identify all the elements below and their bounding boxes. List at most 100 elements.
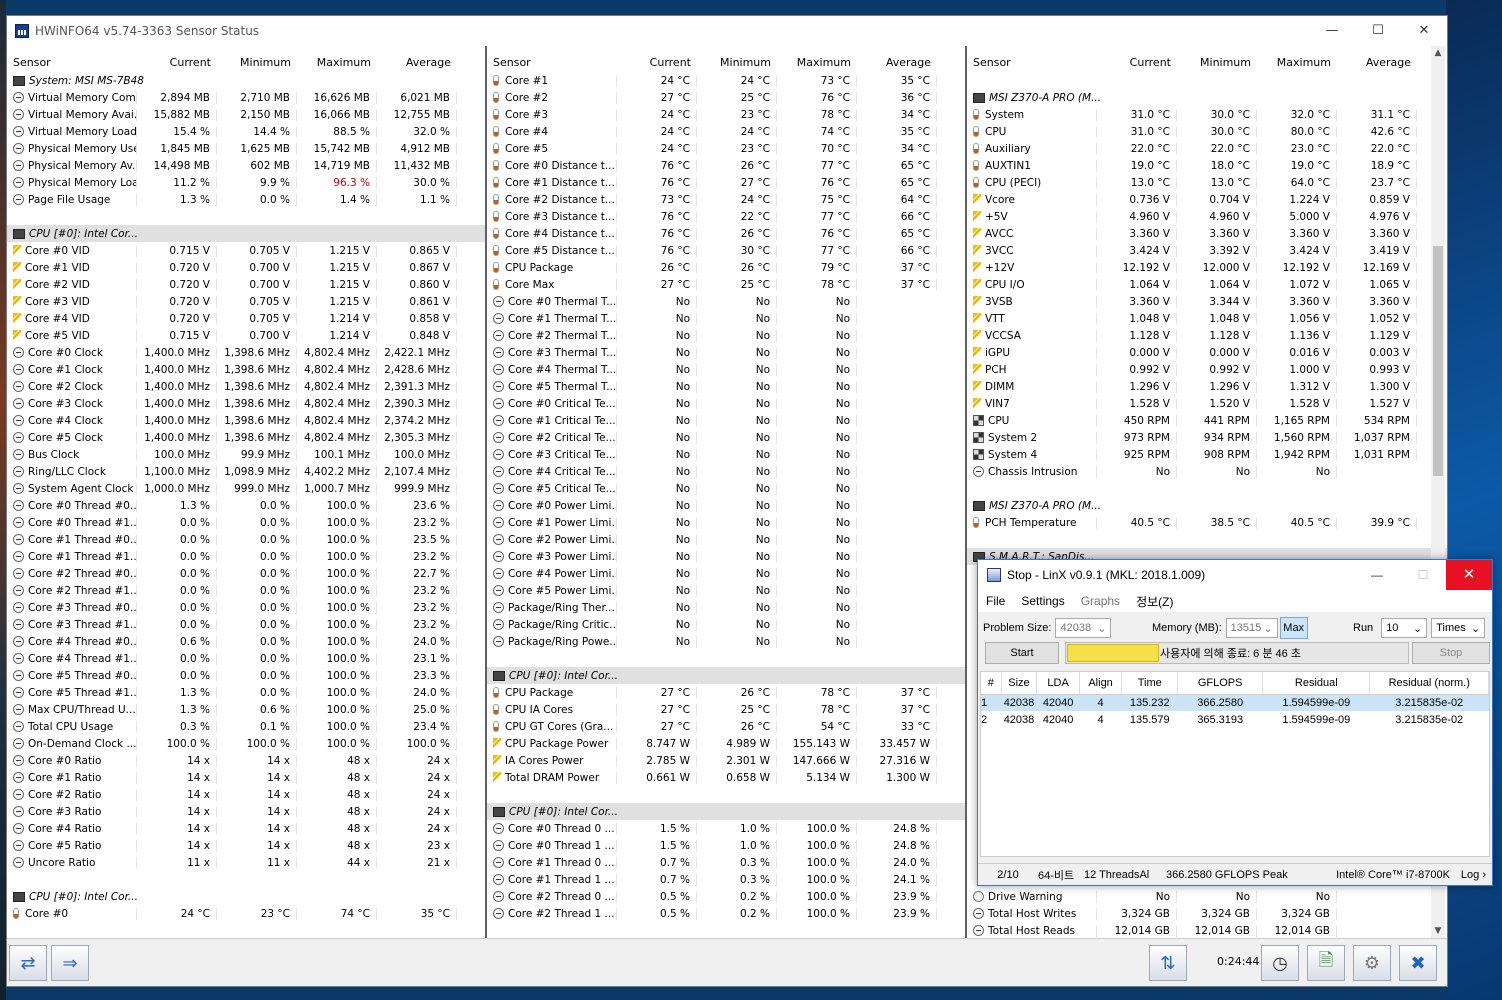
sensor-row[interactable]: CPU IA Cores 27 °C 25 °C 78 °C 37 °C bbox=[487, 701, 965, 718]
sensor-row[interactable]: PCH Temperature 40.5 °C 38.5 °C 40.5 °C 39.9… bbox=[967, 514, 1447, 531]
column-header-sensor[interactable]: Sensor bbox=[967, 56, 1097, 69]
results-col-header[interactable]: Align bbox=[1079, 672, 1123, 695]
results-col-header[interactable]: LDA bbox=[1036, 672, 1080, 695]
column-header-maximum[interactable]: Maximum bbox=[777, 56, 857, 69]
sensor-row[interactable]: Physical Memory Used 1,845 MB 1,625 MB 15,7… bbox=[7, 140, 485, 157]
sensor-row[interactable]: Core #2 VID 0.720 V 0.700 V 1.215 V 0.860 V bbox=[7, 276, 485, 293]
sensor-row[interactable]: Core Max 27 °C 25 °C 78 °C 37 °C bbox=[487, 276, 965, 293]
sensor-row[interactable]: Core #4 Thread #1... 0.0 % 0.0 % 100.0 % 23.… bbox=[7, 650, 485, 667]
sensor-row[interactable]: Core #1 Critical Te... No No No bbox=[487, 412, 965, 429]
sensor-row[interactable]: Core #0 Thermal T... No No No bbox=[487, 293, 965, 310]
sensor-row[interactable]: +5V 4.960 V 4.960 V 5.000 V 4.976 V bbox=[967, 208, 1447, 225]
menu-graphs[interactable]: Graphs bbox=[1073, 594, 1128, 608]
sensor-group-header[interactable]: MSI Z370-A PRO (M... bbox=[967, 497, 1447, 514]
linx-close-button[interactable]: ✕ bbox=[1446, 560, 1492, 590]
column-header-current[interactable]: Current bbox=[617, 56, 697, 69]
sensor-row[interactable]: Core #3 VID 0.720 V 0.705 V 1.215 V 0.861 V bbox=[7, 293, 485, 310]
sensor-row[interactable]: System 4 925 RPM 908 RPM 1,942 RPM 1,031 RPM bbox=[967, 446, 1447, 463]
menu-file[interactable]: File bbox=[978, 594, 1013, 608]
sensor-row[interactable]: CPU Package 26 °C 26 °C 79 °C 37 °C bbox=[487, 259, 965, 276]
log-toggle[interactable]: Log › bbox=[1450, 869, 1486, 881]
column-header-current[interactable]: Current bbox=[1097, 56, 1177, 69]
sensor-row[interactable]: Max CPU/Thread U... 1.3 % 0.6 % 100.0 % 25.0… bbox=[7, 701, 485, 718]
sensor-row[interactable]: PCH 0.992 V 0.992 V 1.000 V 0.993 V bbox=[967, 361, 1447, 378]
results-col-header[interactable]: Time bbox=[1121, 672, 1179, 695]
sensor-row[interactable]: Core #0 Thread 1 ... 1.5 % 1.0 % 100.0 % 24.… bbox=[487, 837, 965, 854]
sensor-row[interactable]: Core #2 Thread 0 ... 0.5 % 0.2 % 100.0 % 23.… bbox=[487, 888, 965, 905]
sensor-row[interactable]: Core #1 Ratio 14 x 14 x 48 x 24 x bbox=[7, 769, 485, 786]
sensor-row[interactable]: System Agent Clock 1,000.0 MHz 999.0 MHz 1,… bbox=[7, 480, 485, 497]
close-button[interactable]: ✕ bbox=[1401, 16, 1447, 46]
column-header-minimum[interactable]: Minimum bbox=[697, 56, 777, 69]
maximize-button[interactable]: ☐ bbox=[1355, 16, 1401, 46]
sensor-row[interactable]: Core #1 Power Limi... No No No bbox=[487, 514, 965, 531]
column-header-minimum[interactable]: Minimum bbox=[217, 56, 297, 69]
sensor-row[interactable]: Core #0 Power Limi... No No No bbox=[487, 497, 965, 514]
linx-minimize-button[interactable]: — bbox=[1354, 560, 1400, 590]
sensor-row[interactable]: Core #0 Clock 1,400.0 MHz 1,398.6 MHz 4,802… bbox=[7, 344, 485, 361]
sensor-row[interactable]: 3VSB 3.360 V 3.344 V 3.360 V 3.360 V bbox=[967, 293, 1447, 310]
sensor-row[interactable]: Core #1 Thread #1... 0.0 % 0.0 % 100.0 % 23.… bbox=[7, 548, 485, 565]
sensor-group-header[interactable]: CPU [#0]: Intel Cor... bbox=[487, 667, 965, 684]
sensor-row[interactable]: Core #1 Thermal T... No No No bbox=[487, 310, 965, 327]
clock-button[interactable]: ◷ bbox=[1261, 945, 1299, 981]
sensor-row[interactable]: AUXTIN1 19.0 °C 18.0 °C 19.0 °C 18.9 °C bbox=[967, 157, 1447, 174]
sensor-row[interactable]: Virtual Memory Load 15.4 % 14.4 % 88.5 % 32.… bbox=[7, 123, 485, 140]
sensor-row[interactable]: Core #2 Critical Te... No No No bbox=[487, 429, 965, 446]
results-col-header[interactable]: Size bbox=[1001, 672, 1038, 695]
sensor-row[interactable]: Core #1 24 °C 24 °C 73 °C 35 °C bbox=[487, 72, 965, 89]
sensor-row[interactable]: Core #2 Distance t... 73 °C 24 °C 75 °C 64 °… bbox=[487, 191, 965, 208]
scrollbar-thumb[interactable] bbox=[1433, 246, 1443, 476]
sensor-row[interactable]: CPU 31.0 °C 30.0 °C 80.0 °C 42.6 °C bbox=[967, 123, 1447, 140]
start-button[interactable]: Start bbox=[985, 642, 1059, 664]
sensor-row[interactable]: Core #0 24 °C 23 °C 74 °C 35 °C bbox=[7, 905, 485, 922]
results-col-header[interactable]: GFLOPS bbox=[1177, 672, 1264, 695]
sensor-row[interactable]: Core #5 Critical Te... No No No bbox=[487, 480, 965, 497]
sensor-row[interactable]: Core #5 Thermal T... No No No bbox=[487, 378, 965, 395]
sensor-row[interactable]: Total Host Writes 3,324 GB 3,324 GB 3,324 G… bbox=[967, 905, 1447, 922]
sensor-row[interactable]: System 31.0 °C 30.0 °C 32.0 °C 31.1 °C bbox=[967, 106, 1447, 123]
sensor-row[interactable]: Core #5 Power Limi... No No No bbox=[487, 582, 965, 599]
title-bar[interactable]: HWiNFO64 v5.74-3363 Sensor Status — ☐ ✕ bbox=[7, 16, 1447, 46]
sensor-row[interactable]: Core #4 Critical Te... No No No bbox=[487, 463, 965, 480]
sensor-group-header[interactable]: CPU [#0]: Intel Cor... bbox=[487, 803, 965, 820]
stop-button[interactable]: Stop bbox=[1412, 642, 1490, 664]
run-unit-select[interactable]: Times ⌄ bbox=[1431, 618, 1486, 638]
run-count-select[interactable]: 10 ⌄ bbox=[1381, 618, 1428, 638]
sensor-row[interactable]: Core #4 Thread #0... 0.6 % 0.0 % 100.0 % 24.… bbox=[7, 633, 485, 650]
sensor-row[interactable]: Page File Usage 1.3 % 0.0 % 1.4 % 1.1 % bbox=[7, 191, 485, 208]
results-row[interactable]: 1 42038 42040 4 135.232 366.2580 1.594599e-09 3… bbox=[981, 694, 1489, 711]
exit-button[interactable]: ✖ bbox=[1399, 945, 1437, 981]
sensor-row[interactable]: CPU (PECI) 13.0 °C 13.0 °C 64.0 °C 23.7 °C bbox=[967, 174, 1447, 191]
sensor-row[interactable]: Core #2 Thread #0... 0.0 % 0.0 % 100.0 % 22.… bbox=[7, 565, 485, 582]
sensor-row[interactable]: Core #5 Distance t... 76 °C 30 °C 77 °C 66 °… bbox=[487, 242, 965, 259]
sensor-row[interactable]: Package/Ring Critic... No No No bbox=[487, 616, 965, 633]
sensor-row[interactable]: Core #2 Ratio 14 x 14 x 48 x 24 x bbox=[7, 786, 485, 803]
results-col-header[interactable]: # bbox=[981, 672, 1002, 695]
sensor-row[interactable]: 3VCC 3.424 V 3.392 V 3.424 V 3.419 V bbox=[967, 242, 1447, 259]
sensor-row[interactable]: Total CPU Usage 0.3 % 0.1 % 100.0 % 23.4 % bbox=[7, 718, 485, 735]
sensor-row[interactable]: Core #0 Thread #1... 0.0 % 0.0 % 100.0 % 23.… bbox=[7, 514, 485, 531]
sensor-row[interactable]: Core #2 Thread #1... 0.0 % 0.0 % 100.0 % 23.… bbox=[7, 582, 485, 599]
sensor-row[interactable]: Core #1 Thread 1 ... 0.7 % 0.3 % 100.0 % 24.… bbox=[487, 871, 965, 888]
sensor-row[interactable]: Core #2 Clock 1,400.0 MHz 1,398.6 MHz 4,802… bbox=[7, 378, 485, 395]
sensor-row[interactable]: DIMM 1.296 V 1.296 V 1.312 V 1.300 V bbox=[967, 378, 1447, 395]
sensor-row[interactable]: Ring/LLC Clock 1,100.0 MHz 1,098.9 MHz 4,40… bbox=[7, 463, 485, 480]
sensor-row[interactable]: Core #2 Power Limi... No No No bbox=[487, 531, 965, 548]
sensor-row[interactable]: Core #3 Thread #1... 0.0 % 0.0 % 100.0 % 23.… bbox=[7, 616, 485, 633]
results-col-header[interactable]: Residual (norm.) bbox=[1369, 672, 1489, 695]
minimize-button[interactable]: — bbox=[1309, 16, 1355, 46]
sensor-row[interactable]: Core #1 Thread #0... 0.0 % 0.0 % 100.0 % 23.… bbox=[7, 531, 485, 548]
problem-size-select[interactable]: 42038 ⌄ bbox=[1055, 618, 1112, 638]
sensor-row[interactable]: Core #5 Thread #1... 1.3 % 0.0 % 100.0 % 24.… bbox=[7, 684, 485, 701]
sensor-row[interactable]: Core #3 Clock 1,400.0 MHz 1,398.6 MHz 4,802… bbox=[7, 395, 485, 412]
sensor-row[interactable]: Core #1 Thread 0 ... 0.7 % 0.3 % 100.0 % 24.… bbox=[487, 854, 965, 871]
sensor-row[interactable]: Core #0 Ratio 14 x 14 x 48 x 24 x bbox=[7, 752, 485, 769]
sensor-row[interactable]: VTT 1.048 V 1.048 V 1.056 V 1.052 V bbox=[967, 310, 1447, 327]
sensor-row[interactable]: Core #5 24 °C 23 °C 70 °C 34 °C bbox=[487, 140, 965, 157]
sensor-row[interactable]: Core #1 Distance t... 76 °C 27 °C 76 °C 65 °… bbox=[487, 174, 965, 191]
sensor-row[interactable]: Core #3 Distance t... 76 °C 22 °C 77 °C 66 °… bbox=[487, 208, 965, 225]
sensor-row[interactable]: Drive Warning No No No bbox=[967, 888, 1447, 905]
column-header-sensor[interactable]: Sensor bbox=[7, 56, 137, 69]
settings-button[interactable]: ⚙ bbox=[1353, 945, 1391, 981]
